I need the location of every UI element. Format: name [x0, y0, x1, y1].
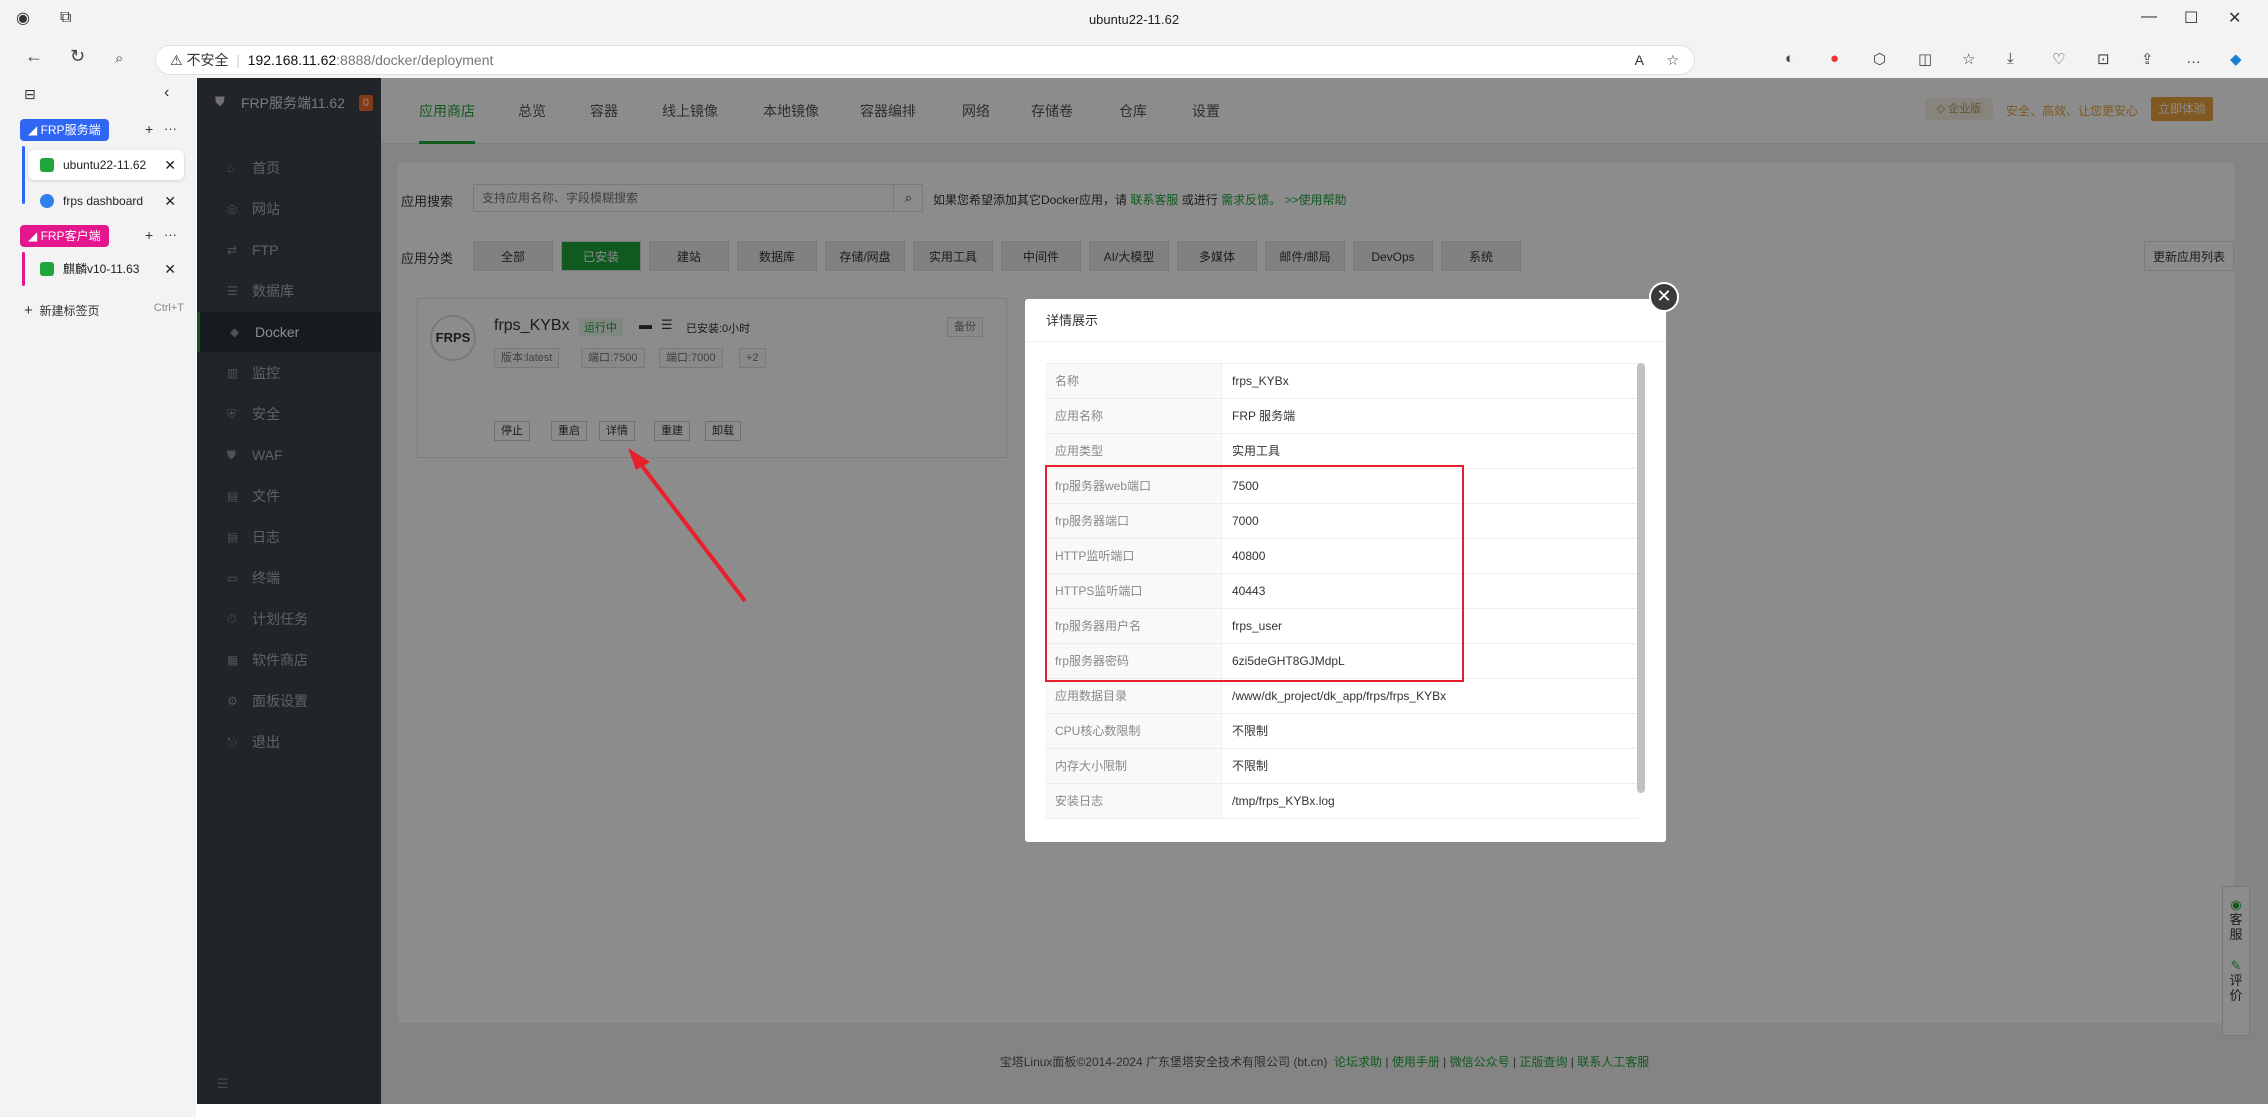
annotation-arrow: [628, 448, 747, 603]
